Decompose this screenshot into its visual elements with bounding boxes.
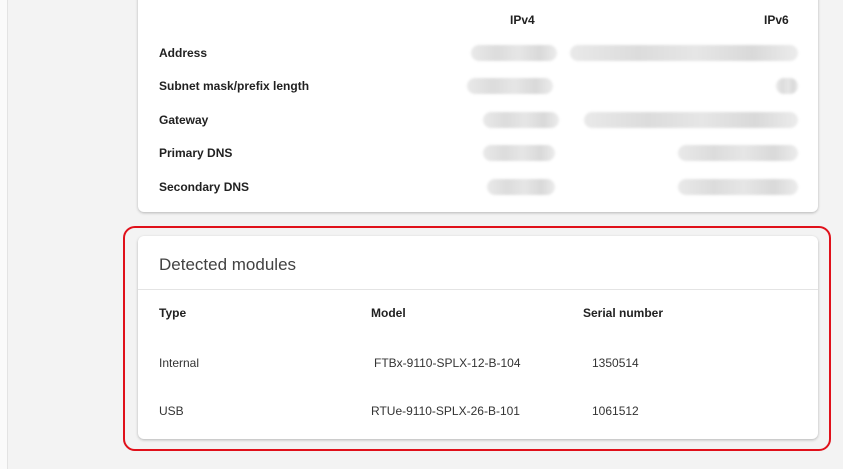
ipv6-primary-dns-redacted	[678, 145, 798, 161]
module-model: FTBx-9110-SPLX-12-B-104	[374, 356, 521, 370]
serial-column-header: Serial number	[583, 306, 664, 320]
ipv6-address-redacted	[570, 45, 798, 61]
address-row: Address	[159, 43, 799, 63]
side-panel-edge	[0, 0, 8, 469]
network-settings-card: IPv4 IPv6 Address Subnet mask/prefix len…	[138, 0, 818, 212]
title-divider	[138, 289, 818, 290]
ipv6-prefix-redacted	[776, 78, 798, 94]
ipv6-gateway-redacted	[584, 112, 798, 128]
ipv4-primary-dns-redacted	[483, 145, 555, 161]
subnet-label: Subnet mask/prefix length	[159, 79, 310, 93]
ipv6-column-header: IPv6	[764, 13, 789, 27]
ipv4-gateway-redacted	[483, 112, 559, 128]
module-serial: 1061512	[592, 404, 639, 418]
model-column-header: Model	[371, 306, 406, 320]
secondary-dns-label: Secondary DNS	[159, 180, 250, 194]
module-type: Internal	[159, 356, 200, 370]
secondary-dns-row: Secondary DNS	[159, 177, 799, 197]
detected-modules-title: Detected modules	[159, 255, 297, 274]
page: IPv4 IPv6 Address Subnet mask/prefix len…	[0, 0, 843, 469]
address-label: Address	[159, 46, 208, 60]
module-model: RTUe-9110-SPLX-26-B-101	[371, 404, 520, 418]
subnet-row: Subnet mask/prefix length	[159, 76, 799, 96]
gateway-label: Gateway	[159, 113, 209, 127]
ipv6-secondary-dns-redacted	[678, 179, 798, 195]
ipv4-subnet-redacted	[467, 78, 553, 94]
ipv4-secondary-dns-redacted	[487, 179, 555, 195]
ipv4-column-header: IPv4	[510, 13, 535, 27]
primary-dns-label: Primary DNS	[159, 146, 233, 160]
primary-dns-row: Primary DNS	[159, 143, 799, 163]
module-serial: 1350514	[592, 356, 639, 370]
gateway-row: Gateway	[159, 110, 799, 130]
ipv4-address-redacted	[471, 45, 557, 61]
detected-modules-card: Detected modules Type Model Serial numbe…	[138, 236, 818, 439]
type-column-header: Type	[159, 306, 187, 320]
module-type: USB	[159, 404, 184, 418]
